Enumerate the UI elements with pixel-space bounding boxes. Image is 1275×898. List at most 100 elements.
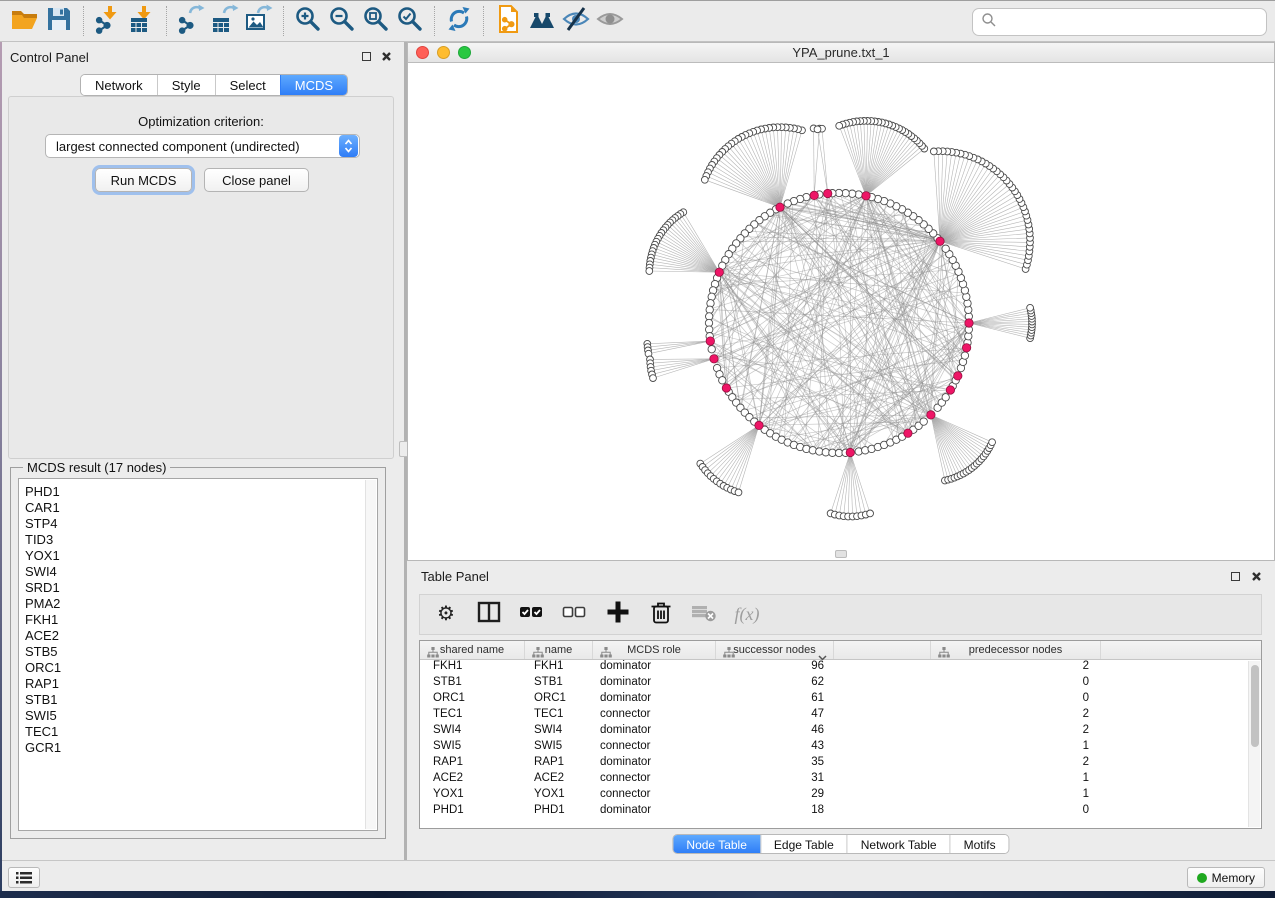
column-header-name[interactable]: name [525, 641, 593, 659]
unselect-all-button[interactable] [561, 601, 589, 629]
mcds-result-list[interactable]: PHD1CAR1STP4TID3YOX1SWI4SRD1PMA2FKH1ACE2… [18, 478, 378, 831]
mcds-result-item[interactable]: STB1 [25, 692, 377, 708]
zoom-in-button[interactable] [291, 4, 325, 38]
mcds-result-item[interactable]: STP4 [25, 516, 377, 532]
mcds-result-item[interactable]: TEC1 [25, 724, 377, 740]
gear-button[interactable]: ⚙ [432, 601, 460, 629]
mcds-result-item[interactable]: GCR1 [25, 740, 377, 756]
network-graph[interactable] [408, 64, 1274, 561]
zoom-selected-button[interactable] [393, 4, 427, 38]
export-network-button[interactable] [174, 4, 208, 38]
mcds-result-item[interactable]: SWI4 [25, 564, 377, 580]
network-window-titlebar[interactable]: YPA_prune.txt_1 [408, 43, 1274, 63]
table-cell: connector [593, 740, 716, 756]
criterion-dropdown[interactable]: largest connected component (undirected) [45, 134, 360, 158]
hide-graphics-button[interactable] [559, 4, 593, 38]
table-cell: connector [593, 708, 716, 724]
new-network-file-button[interactable] [491, 4, 525, 38]
mcds-result-item[interactable]: RAP1 [25, 676, 377, 692]
birds-eye-button[interactable] [525, 4, 559, 38]
run-mcds-button[interactable]: Run MCDS [95, 168, 192, 192]
tab-network-table[interactable]: Network Table [847, 835, 950, 853]
tab-motifs[interactable]: Motifs [950, 835, 1009, 853]
node-table[interactable]: shared name name MCDS role successor nod… [419, 640, 1262, 829]
table-scrollbar[interactable] [1248, 661, 1260, 827]
tab-select[interactable]: Select [215, 75, 280, 95]
network-canvas[interactable] [408, 64, 1274, 560]
toolbar-icon-group [8, 4, 627, 38]
split-columns-button[interactable] [475, 601, 503, 629]
save-button[interactable] [42, 4, 76, 38]
delete-table-button[interactable] [690, 601, 718, 629]
float-icon [1231, 572, 1240, 581]
column-header-mcds_role[interactable]: MCDS role [593, 641, 716, 659]
zoom-out-button[interactable] [325, 4, 359, 38]
table-row[interactable]: ACE2ACE2connector311 [420, 772, 1261, 788]
tab-edge-table[interactable]: Edge Table [760, 835, 847, 853]
tab-mcds[interactable]: MCDS [280, 75, 347, 95]
search-field[interactable] [972, 8, 1267, 36]
toolbar-separator [83, 6, 84, 36]
split-pane-handle[interactable] [835, 550, 847, 558]
zoom-fit-button[interactable] [359, 4, 393, 38]
delete-rows-button[interactable] [647, 601, 675, 629]
open-button[interactable] [8, 4, 42, 38]
tab-network[interactable]: Network [81, 75, 157, 95]
select-all-button[interactable] [518, 601, 546, 629]
close-panel-button-mcds[interactable]: Close panel [204, 168, 309, 192]
refresh-layout-button[interactable] [442, 4, 476, 38]
table-row[interactable]: TEC1TEC1connector472 [420, 708, 1261, 724]
table-row[interactable]: SWI5SWI5connector431 [420, 740, 1261, 756]
mcds-result-item[interactable]: STB5 [25, 644, 377, 660]
tab-style[interactable]: Style [157, 75, 215, 95]
table-cell: 47 [716, 708, 834, 724]
export-image-button[interactable] [242, 4, 276, 38]
mcds-result-item[interactable]: FKH1 [25, 612, 377, 628]
column-header-shared_name[interactable]: shared name [420, 641, 525, 659]
memory-button[interactable]: Memory [1187, 867, 1265, 888]
mcds-result-item[interactable]: ORC1 [25, 660, 377, 676]
show-graphics-button[interactable] [593, 4, 627, 38]
float-table-panel-button[interactable] [1229, 570, 1241, 582]
import-network-button[interactable] [91, 4, 125, 38]
float-icon [362, 52, 371, 61]
tab-node-table[interactable]: Node Table [673, 835, 760, 853]
table-row[interactable]: FKH1FKH1dominator962 [420, 660, 1261, 676]
mcds-result-item[interactable]: PHD1 [25, 484, 377, 500]
control-panel-title: Control Panel [10, 50, 89, 65]
search-input[interactable] [997, 11, 1266, 33]
table-row[interactable]: RAP1RAP1dominator352 [420, 756, 1261, 772]
table-row[interactable]: ORC1ORC1dominator610 [420, 692, 1261, 708]
mcds-result-item[interactable]: CAR1 [25, 500, 377, 516]
table-row[interactable]: PHD1PHD1dominator180 [420, 804, 1261, 820]
task-history-button[interactable] [8, 867, 40, 888]
table-cell: dominator [593, 804, 716, 820]
refresh-layout-icon [444, 4, 474, 39]
export-table-button[interactable] [208, 4, 242, 38]
table-row[interactable]: YOX1YOX1connector291 [420, 788, 1261, 804]
table-cell: 1 [931, 740, 1101, 756]
table-row[interactable]: SWI4SWI4dominator462 [420, 724, 1261, 740]
table-cell: 0 [931, 804, 1101, 820]
float-panel-button[interactable] [360, 50, 372, 62]
mcds-result-item[interactable]: SWI5 [25, 708, 377, 724]
mcds-result-item[interactable]: ACE2 [25, 628, 377, 644]
control-panel: Control Panel NetworkStyleSelectMCDS Opt… [0, 42, 404, 860]
table-cell: STB1 [420, 676, 525, 692]
close-panel-button[interactable] [380, 50, 392, 62]
table-scrollbar-thumb[interactable] [1251, 665, 1259, 747]
mcds-result-item[interactable]: TID3 [25, 532, 377, 548]
mcds-result-item[interactable]: SRD1 [25, 580, 377, 596]
mcds-result-item[interactable]: YOX1 [25, 548, 377, 564]
close-table-panel-button[interactable] [1250, 570, 1262, 582]
table-tabs: Node TableEdge TableNetwork TableMotifs [672, 834, 1009, 854]
table-row[interactable]: STB1STB1dominator620 [420, 676, 1261, 692]
import-table-button[interactable] [125, 4, 159, 38]
table-cell: YOX1 [420, 788, 525, 804]
result-scrollbar[interactable] [365, 480, 376, 829]
column-header-predecessor_nodes[interactable]: predecessor nodes [931, 641, 1101, 659]
table-panel: Table Panel ⚙f(x) shared name name MCDS … [407, 561, 1275, 860]
column-header-successor_nodes[interactable]: successor nodes [716, 641, 834, 659]
add-column-button[interactable] [604, 601, 632, 629]
mcds-result-item[interactable]: PMA2 [25, 596, 377, 612]
